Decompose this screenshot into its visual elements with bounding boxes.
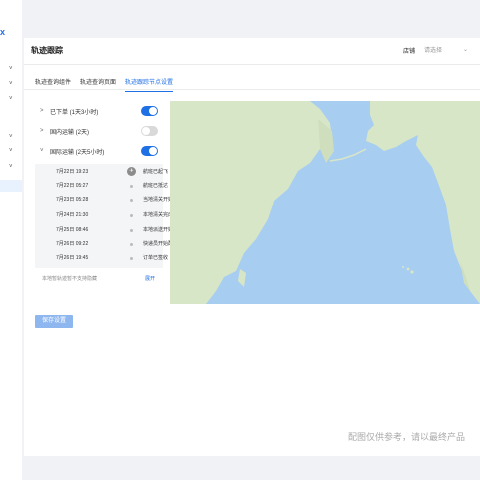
logo: x xyxy=(0,27,6,37)
timeline-row: 7月26日 09:22 快递员开始配送 xyxy=(56,241,179,247)
timeline-dot-icon xyxy=(130,199,133,202)
page-title: 轨迹跟踪 xyxy=(31,46,63,55)
timeline-dot-icon xyxy=(130,185,133,188)
chevron-right-icon[interactable]: > xyxy=(40,108,50,114)
node-label: 国际运输 (2天5小时) xyxy=(50,149,105,156)
timeline-row: 7月24日 21:30 本地清关完成 xyxy=(56,212,174,218)
divider xyxy=(24,64,480,65)
node-toggle[interactable] xyxy=(141,146,158,156)
nav-group-chevron-icon[interactable]: ˅ xyxy=(9,81,13,87)
timeline-dot-icon xyxy=(130,214,133,217)
node-row-international[interactable]: ˅ 国际运输 (2天5小时) xyxy=(40,145,158,157)
timeline-row: 7月22日 19:23 ✈ 航班已起飞 xyxy=(56,167,169,176)
chevron-down-icon[interactable]: ˅ xyxy=(40,148,50,154)
sidebar-item-active[interactable] xyxy=(0,180,22,192)
node-label: 已下单 (1天3小时) xyxy=(50,109,99,116)
side-navigation: x ˅ ˅ ˅ ˅ ˅ ˅ xyxy=(0,0,22,480)
disclaimer: 配图仅供参考，请以最终产品 xyxy=(348,432,466,442)
node-row-ordered[interactable]: > 已下单 (1天3小时) xyxy=(40,105,158,117)
hide-note: 本地暂轨迹暂不支持隐藏 xyxy=(42,276,98,282)
timeline-dot-icon xyxy=(130,229,133,232)
store-select[interactable]: 请选择 xyxy=(420,42,480,56)
plane-icon: ✈ xyxy=(127,167,136,176)
node-label: 国内运输 (2天) xyxy=(50,129,90,136)
timeline-box: 7月22日 19:23 ✈ 航班已起飞 7月22日 05:27 航班已抵达 7月… xyxy=(35,164,179,268)
chevron-down-icon: ⌄ xyxy=(463,47,469,53)
world-map[interactable] xyxy=(170,101,480,304)
save-settings-button[interactable]: 保存设置 xyxy=(35,315,73,328)
app-canvas: x ˅ ˅ ˅ ˅ ˅ ˅ 轨迹跟踪 店铺 请选择 ⌄ 轨迹查询组件 轨迹查询页… xyxy=(0,0,480,480)
timeline-row: 7月22日 05:27 航班已抵达 xyxy=(56,183,169,189)
expand-link[interactable]: 展开 xyxy=(145,275,155,282)
timeline-row: 7月23日 05:28 当地清关开始 xyxy=(56,197,174,203)
chevron-right-icon[interactable]: > xyxy=(40,128,50,134)
timeline-row: 7月25日 08:46 本地派送开始 xyxy=(56,227,174,233)
nav-group-chevron-icon[interactable]: ˅ xyxy=(9,66,13,72)
timeline-dot-icon xyxy=(130,257,133,260)
node-row-domestic[interactable]: > 国内运输 (2天) xyxy=(40,125,158,137)
nav-group-chevron-icon[interactable]: ˅ xyxy=(9,148,13,154)
store-label: 店铺 xyxy=(403,49,416,55)
node-toggle[interactable] xyxy=(141,126,158,136)
divider xyxy=(24,89,480,90)
map-graphic xyxy=(170,101,480,304)
nav-group-chevron-icon[interactable]: ˅ xyxy=(9,96,13,102)
timeline-dot-icon xyxy=(130,243,133,246)
node-toggle[interactable] xyxy=(141,106,158,116)
nav-group-chevron-icon[interactable]: ˅ xyxy=(9,134,13,140)
nav-group-chevron-icon[interactable]: ˅ xyxy=(9,164,13,170)
timeline-row: 7月26日 19:45 订单已签收 xyxy=(56,255,169,261)
